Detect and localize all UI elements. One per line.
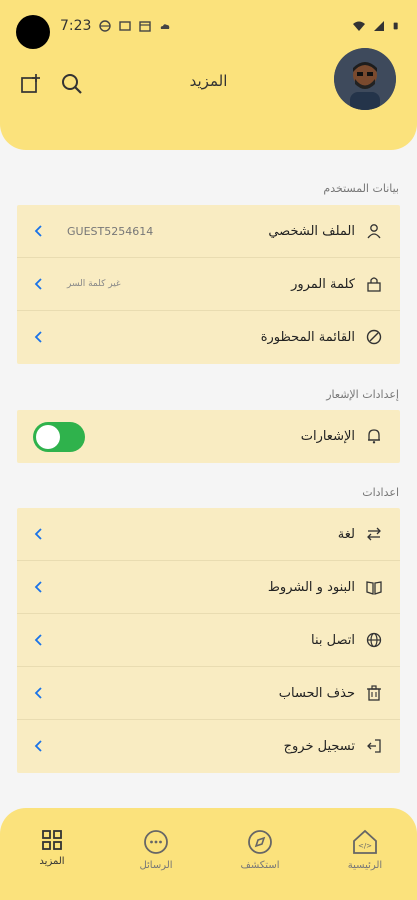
chevron-left-icon (34, 634, 42, 646)
nav-explore-label: استكشف (240, 860, 280, 871)
chevron-left-icon (34, 740, 42, 752)
lock-icon (367, 277, 381, 292)
language-row[interactable]: لغة (17, 508, 400, 561)
globe-status-icon (99, 20, 112, 32)
swap-icon (367, 527, 381, 541)
nav-messages[interactable]: الرسائل (116, 828, 196, 871)
nav-explore[interactable]: استكشف (220, 828, 300, 871)
profile-row[interactable]: الملف الشخصي GUEST5254614 (17, 205, 400, 258)
settings-card: لغة البنود و الشروط اتصل بنا حذف الحساب … (17, 508, 400, 773)
nav-more[interactable]: المزيد (12, 828, 92, 867)
chevron-left-icon (34, 331, 42, 343)
chevron-left-icon (34, 687, 42, 699)
window-status-icon (119, 21, 132, 31)
avatar[interactable] (334, 48, 396, 110)
wifi-icon (353, 21, 365, 31)
contact-us-label: اتصل بنا (311, 633, 355, 648)
chevron-left-icon (34, 581, 42, 593)
chat-icon (144, 830, 168, 854)
notifications-toggle[interactable] (33, 422, 85, 452)
nav-messages-label: الرسائل (139, 860, 173, 871)
nav-more-label: المزيد (39, 856, 65, 867)
blocked-list-row[interactable]: القائمة المحظورة (17, 311, 400, 364)
user-data-card: الملف الشخصي GUEST5254614 كلمة المرور غي… (17, 205, 400, 364)
profile-label: الملف الشخصي (268, 224, 355, 239)
status-time: 7:23 (60, 18, 92, 34)
terms-row[interactable]: البنود و الشروط (17, 561, 400, 614)
delete-account-row[interactable]: حذف الحساب (17, 667, 400, 720)
language-label: لغة (337, 527, 355, 542)
home-icon: </> (353, 829, 377, 854)
signal-icon (374, 21, 384, 31)
bottom-nav: </> الرئيسية استكشف الرسائل المزيد (0, 808, 417, 900)
delete-account-label: حذف الحساب (278, 686, 355, 701)
bell-icon (368, 429, 380, 444)
grid-icon (42, 830, 62, 850)
status-bar: 7:23 (0, 0, 417, 52)
logout-row[interactable]: تسجيل خروج (17, 720, 400, 773)
nav-home-label: الرئيسية (347, 860, 383, 871)
compass-icon (248, 830, 272, 854)
book-icon (366, 581, 382, 595)
logout-label: تسجيل خروج (283, 739, 355, 754)
globe-icon (366, 632, 382, 648)
blocked-list-label: القائمة المحظورة (260, 330, 355, 345)
section-title-notification-settings: إعدادات الإشعار (326, 388, 399, 401)
chevron-left-icon (34, 225, 42, 237)
logout-icon (367, 739, 381, 753)
user-icon (367, 224, 381, 239)
chevron-left-icon (34, 528, 42, 540)
block-icon (366, 329, 382, 345)
password-label: كلمة المرور (291, 277, 355, 292)
chevron-left-icon (34, 278, 42, 290)
section-title-user-data: بيانات المستخدم (323, 182, 399, 195)
nav-home[interactable]: </> الرئيسية (325, 828, 405, 871)
header: المزيد (0, 48, 417, 150)
password-value: غير كلمة السر (67, 279, 121, 289)
section-title-settings: اعدادات (362, 486, 399, 499)
terms-label: البنود و الشروط (267, 580, 355, 595)
svg-text:</>: </> (358, 842, 372, 850)
notification-card: الإشعارات (17, 410, 400, 463)
notifications-row: الإشعارات (17, 410, 400, 463)
toggle-knob (36, 425, 60, 449)
notifications-label: الإشعارات (300, 429, 355, 444)
cloud-status-icon (161, 24, 170, 29)
battery-icon (393, 22, 398, 30)
contact-us-row[interactable]: اتصل بنا (17, 614, 400, 667)
calendar-status-icon (139, 21, 152, 32)
camera-cutout (16, 15, 50, 49)
password-row[interactable]: كلمة المرور غير كلمة السر (17, 258, 400, 311)
trash-icon (367, 685, 381, 701)
profile-value: GUEST5254614 (67, 225, 154, 238)
